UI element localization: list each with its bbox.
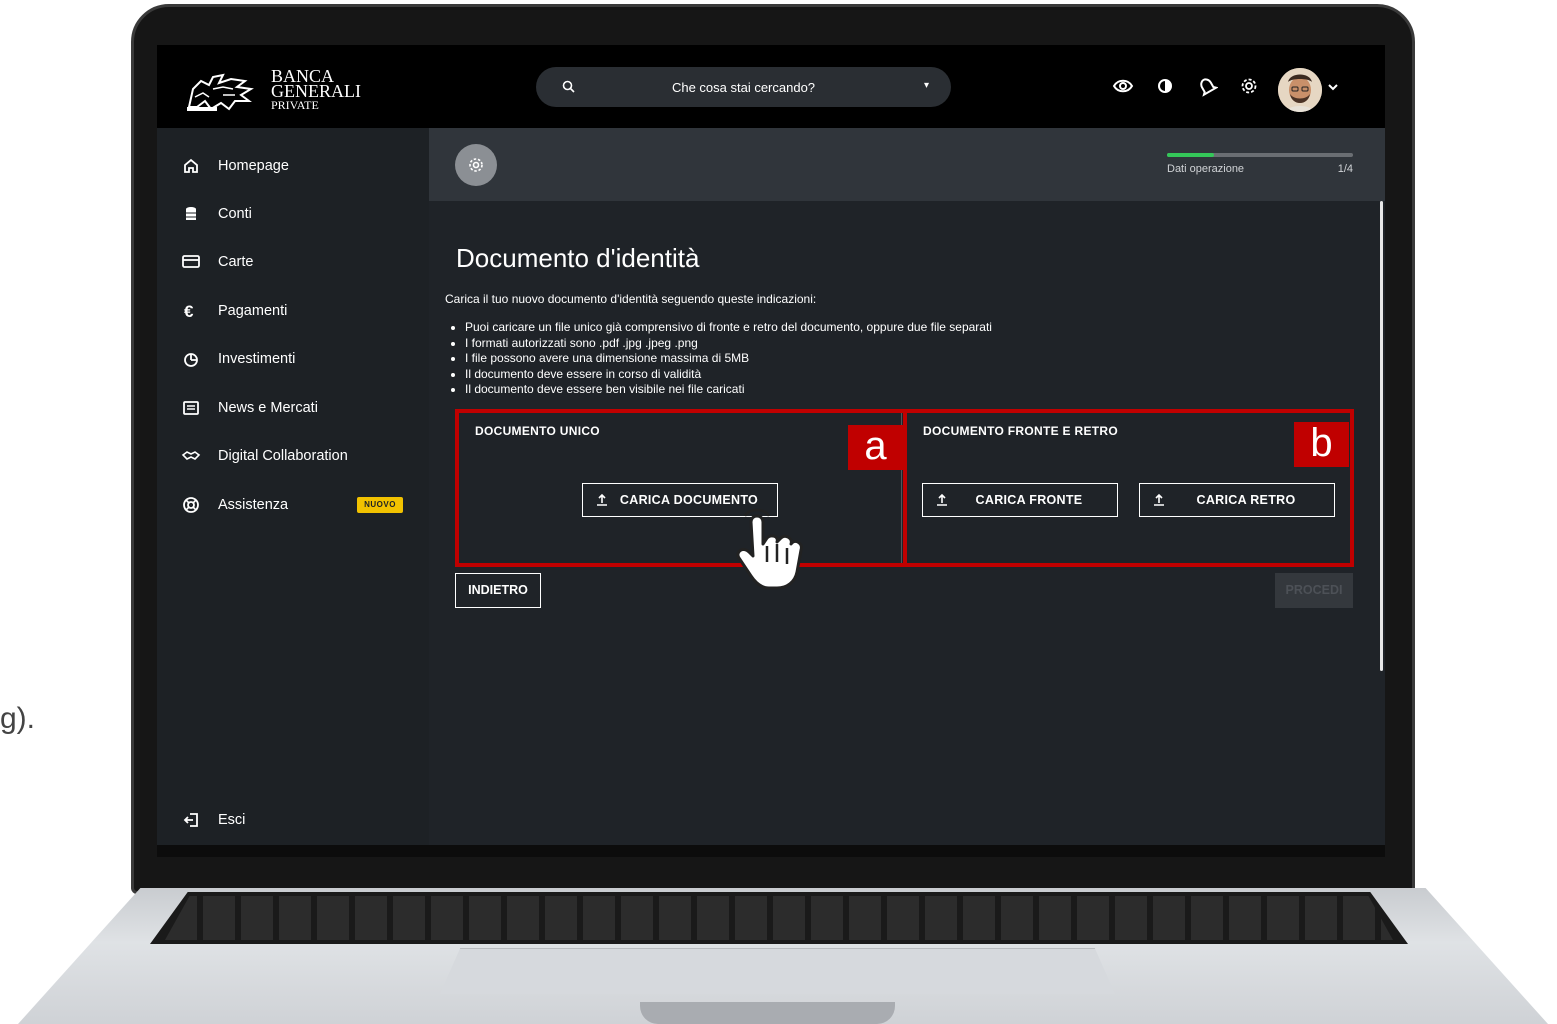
laptop-notch — [640, 1002, 895, 1024]
progress-fill — [1167, 153, 1214, 157]
euro-icon: € — [184, 302, 194, 321]
caret-down-icon[interactable]: ▾ — [924, 80, 929, 91]
sidebar-item-label: Assistenza — [218, 497, 289, 513]
keyboard-keys — [165, 896, 1393, 940]
home-icon — [184, 158, 198, 173]
bell-icon[interactable] — [1196, 75, 1218, 97]
sidebar-item-label: Homepage — [218, 158, 289, 174]
sidebar-item-label: Investimenti — [218, 351, 296, 367]
contrast-icon[interactable] — [1154, 75, 1176, 97]
annotation-tag-a: a — [848, 425, 903, 470]
side-text-fragment: g). — [0, 702, 36, 735]
gear-icon[interactable] — [1238, 75, 1260, 97]
sidebar-item-label: News e Mercati — [218, 400, 318, 416]
top-bar-icons — [1112, 75, 1260, 97]
trackpad — [440, 948, 1115, 994]
page-intro: Carica il tuo nuovo documento d'identità… — [445, 292, 817, 306]
sidebar: Homepage Conti Carte € Pagamenti Investi… — [157, 128, 429, 845]
sidebar-item-investimenti[interactable]: Investimenti — [157, 339, 429, 379]
sidebar-item-label: Pagamenti — [218, 303, 288, 319]
search-placeholder: Che cosa stai cercando? — [671, 80, 816, 95]
sidebar-item-label: Digital Collaboration — [218, 448, 348, 464]
hand-pointer-icon — [736, 508, 803, 590]
lifebuoy-icon — [183, 497, 199, 513]
logout-button[interactable]: Esci — [157, 800, 429, 840]
progress-step: 1/4 — [1337, 163, 1353, 175]
brand-name: BANCA GENERALI PRIVATE — [271, 66, 361, 112]
svg-text:€: € — [184, 302, 194, 321]
chevron-down-icon[interactable] — [1327, 81, 1339, 93]
user-avatar[interactable] — [1278, 68, 1322, 112]
brand-logo[interactable]: BANCA GENERALI PRIVATE — [183, 67, 361, 113]
list-item: I file possono avere una dimensione mass… — [465, 351, 992, 367]
annotation-tag-b: b — [1294, 422, 1349, 467]
handshake-icon — [181, 451, 201, 460]
logout-label: Esci — [218, 812, 246, 828]
card-icon — [182, 255, 200, 268]
list-item: Puoi caricare un file unico già comprens… — [465, 320, 992, 336]
sidebar-item-assistenza[interactable]: Assistenza NUOVO — [157, 485, 429, 525]
annotation-box-b — [903, 409, 1354, 567]
lion-logo-icon — [187, 73, 254, 111]
sidebar-item-label: Conti — [218, 206, 252, 222]
sidebar-item-homepage[interactable]: Homepage — [157, 146, 429, 186]
scrollbar[interactable] — [1380, 201, 1383, 671]
news-icon — [183, 401, 199, 415]
avatar-face-icon — [1278, 68, 1322, 112]
back-button[interactable]: INDIETRO — [455, 573, 541, 608]
list-item: Il documento deve essere in corso di val… — [465, 367, 992, 383]
pie-chart-icon — [184, 353, 198, 367]
list-item: I formati autorizzati sono .pdf .jpg .jp… — [465, 336, 992, 352]
gear-icon — [469, 158, 483, 172]
list-item: Il documento deve essere ben visibile ne… — [465, 382, 992, 398]
sidebar-item-label: Carte — [218, 254, 254, 270]
sidebar-item-carte[interactable]: Carte — [157, 242, 429, 282]
screen-bezel-bottom — [157, 845, 1385, 857]
sidebar-item-conti[interactable]: Conti — [157, 194, 429, 234]
proceed-button[interactable]: PROCEDI — [1275, 573, 1353, 608]
settings-button[interactable] — [455, 144, 497, 186]
search-bar[interactable]: Che cosa stai cercando? ▾ — [536, 67, 951, 107]
eye-icon[interactable] — [1112, 75, 1134, 97]
sidebar-item-pagamenti[interactable]: € Pagamenti — [157, 291, 429, 331]
upload-rules: Puoi caricare un file unico già comprens… — [465, 320, 992, 398]
top-bar: BANCA GENERALI PRIVATE Che cosa stai cer… — [157, 45, 1385, 128]
sidebar-item-digital-collaboration[interactable]: Digital Collaboration — [157, 436, 429, 476]
annotation-box-a — [455, 409, 907, 567]
progress-label: Dati operazione — [1167, 163, 1245, 175]
progress-bar — [1167, 153, 1353, 157]
logout-icon — [183, 813, 198, 827]
page-title: Documento d'identità — [456, 243, 700, 273]
operation-header: Dati operazione 1/4 — [429, 128, 1385, 201]
sidebar-item-news[interactable]: News e Mercati — [157, 388, 429, 428]
database-icon — [186, 207, 196, 220]
new-badge: NUOVO — [357, 497, 403, 513]
